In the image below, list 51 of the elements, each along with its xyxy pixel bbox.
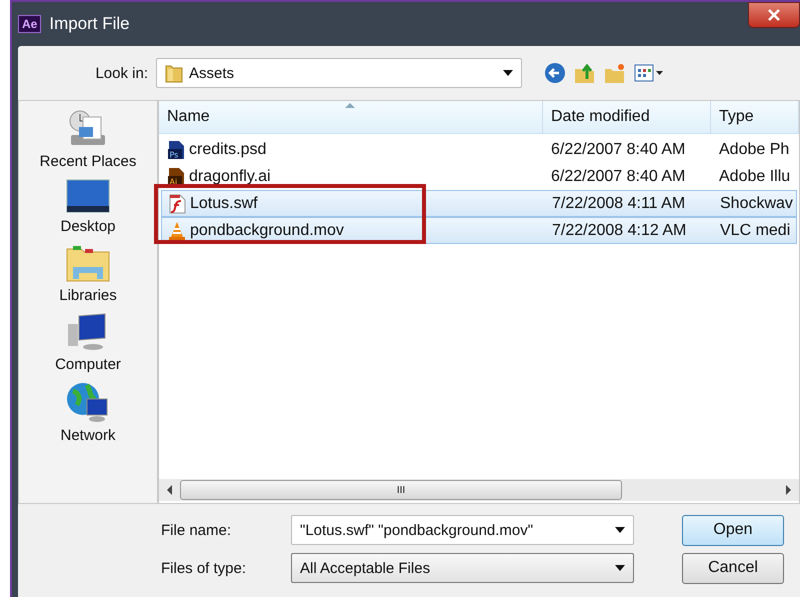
type-cell-text: Adobe Ph bbox=[718, 140, 790, 158]
type-cell-text: VLC medi bbox=[719, 222, 792, 240]
place-item[interactable]: Libraries bbox=[59, 243, 117, 304]
file-name-label: File name: bbox=[160, 522, 232, 538]
place-item[interactable]: Recent Places bbox=[40, 109, 136, 170]
type-cell-text: Shockwav bbox=[719, 194, 794, 212]
place-item[interactable]: Desktop bbox=[60, 178, 116, 235]
date-cell-text: 6/22/2007 8:40 AM bbox=[550, 140, 686, 158]
sort-arrow-icon bbox=[345, 103, 355, 108]
look-in-label: Look in: bbox=[94, 64, 148, 82]
up-folder-icon[interactable] bbox=[574, 62, 596, 84]
scroll-left-icon bbox=[167, 485, 172, 495]
new-folder-icon[interactable] bbox=[604, 62, 626, 84]
traffic-cone-icon bbox=[168, 220, 186, 240]
app-icon: Ae bbox=[18, 15, 42, 33]
open-button[interactable]: Open bbox=[682, 514, 784, 546]
file-row[interactable]: pondbackground.mov 7/22/2008 4:12 AM VLC medi bbox=[161, 217, 797, 244]
libraries-icon bbox=[65, 243, 111, 283]
caret-icon bbox=[615, 527, 625, 533]
file-type-dropdown[interactable]: All Acceptable Files bbox=[291, 553, 634, 583]
scroll-thumb[interactable]: III bbox=[180, 480, 622, 500]
date-cell-text: 6/22/2007 8:40 AM bbox=[550, 168, 686, 186]
date-cell-text: 7/22/2008 4:12 AM bbox=[551, 222, 688, 240]
look-in-dropdown[interactable]: Assets bbox=[156, 58, 522, 88]
flash-file-icon bbox=[168, 194, 186, 214]
caret-icon bbox=[615, 565, 625, 571]
close-icon bbox=[767, 9, 781, 21]
file-row[interactable]: Ps credits.psd 6/22/2007 8:40 AM Adobe Ph bbox=[161, 136, 797, 163]
file-row[interactable]: Lotus.swf 7/22/2008 4:11 AM Shockwav bbox=[161, 190, 797, 217]
file-name-cell: Lotus.swf bbox=[162, 194, 546, 214]
horizontal-scrollbar[interactable]: III bbox=[159, 479, 799, 501]
file-name-cell: Ps credits.psd bbox=[161, 140, 545, 160]
place-item[interactable]: Network bbox=[60, 381, 116, 444]
back-icon[interactable] bbox=[544, 62, 566, 84]
close-button[interactable] bbox=[748, 2, 800, 28]
place-item[interactable]: Computer bbox=[55, 312, 121, 373]
desktop-icon bbox=[65, 178, 111, 214]
date-cell-text: 7/22/2008 4:11 AM bbox=[551, 194, 686, 212]
window-title: Import File bbox=[49, 14, 130, 34]
folder-icon bbox=[165, 63, 183, 83]
column-header[interactable]: Name bbox=[159, 101, 543, 133]
scroll-right-icon bbox=[786, 485, 791, 495]
file-name-field[interactable]: "Lotus.swf" "pondbackground.mov" bbox=[291, 515, 634, 545]
file-type-label: Files of type: bbox=[160, 560, 248, 576]
column-header[interactable]: Type bbox=[711, 101, 799, 133]
type-cell-text: Adobe Illu bbox=[718, 168, 792, 186]
cancel-button[interactable]: Cancel bbox=[682, 552, 784, 584]
column-header[interactable]: Date modified bbox=[543, 101, 711, 133]
view-menu-icon[interactable] bbox=[634, 62, 664, 84]
caret-icon bbox=[503, 70, 513, 76]
photoshop-file-icon: Ps bbox=[167, 140, 185, 160]
